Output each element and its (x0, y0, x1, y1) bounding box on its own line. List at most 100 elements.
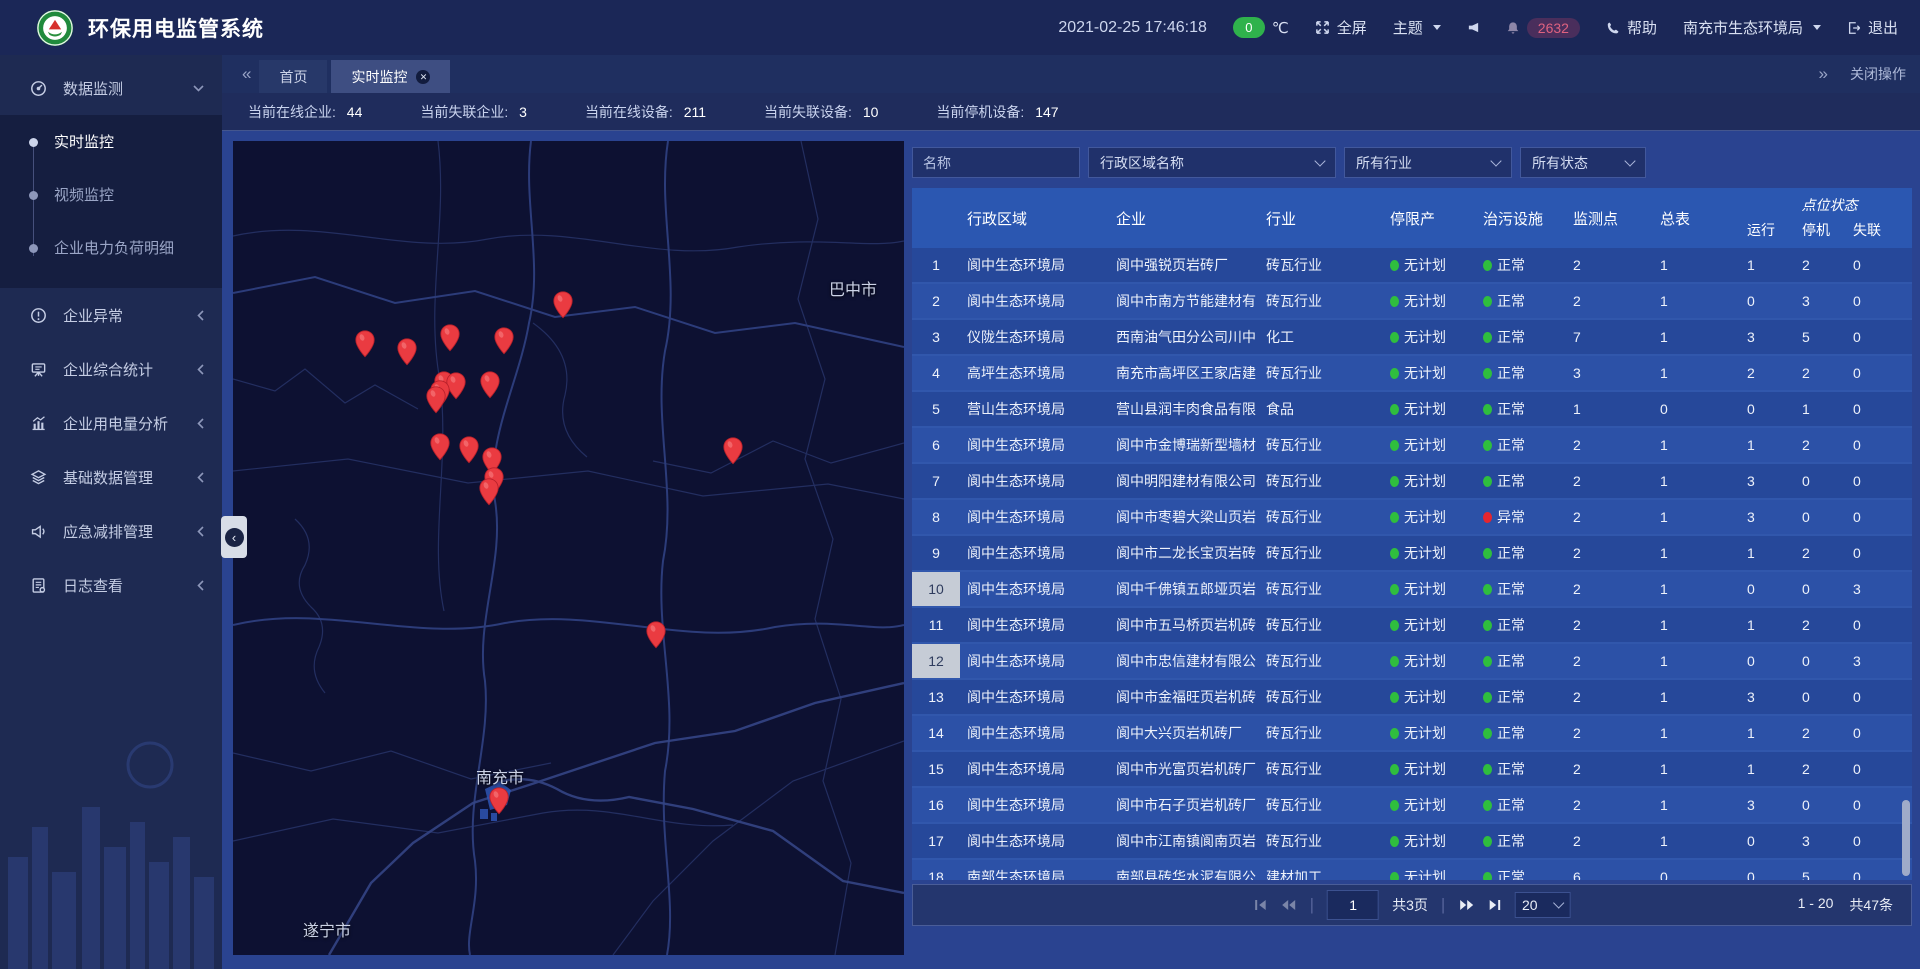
cell-industry: 砖瓦行业 (1266, 291, 1390, 311)
sidebar-group-data-monitoring[interactable]: 数据监测 (0, 61, 222, 115)
cell-region: 阆中生态环境局 (967, 255, 1116, 275)
page-number-input[interactable] (1327, 890, 1379, 920)
page-size-select[interactable]: 20 (1514, 892, 1570, 918)
map-pin-icon[interactable] (426, 386, 447, 414)
tabs-scroll-right-button[interactable]: » (1819, 64, 1824, 84)
region-select[interactable]: 行政区域名称 (1088, 147, 1336, 178)
status-select[interactable]: 所有状态 (1520, 147, 1646, 178)
cell-company: 阆中市二龙长宝页岩砖 (1116, 543, 1266, 563)
group-header-label: 点位状态 (1747, 195, 1912, 215)
name-search-input[interactable] (912, 147, 1080, 178)
sidebar-item-video-monitoring[interactable]: 视频监控 (0, 168, 222, 221)
map-pin-icon[interactable] (440, 324, 461, 352)
table-row[interactable]: 3 仪陇生态环境局 西南油气田分公司川中 化工 无计划 正常 7 1 3 5 0 (912, 320, 1912, 356)
chevron-left-icon: ‹ (225, 528, 244, 547)
sidebar-group[interactable]: 企业综合统计 (0, 342, 222, 396)
row-number: 17 (912, 824, 960, 858)
next-page-button[interactable] (1458, 898, 1474, 912)
map-pin-icon[interactable] (646, 621, 667, 649)
table-row[interactable]: 9 阆中生态环境局 阆中市二龙长宝页岩砖 砖瓦行业 无计划 正常 2 1 1 2… (912, 536, 1912, 572)
map-pin-icon[interactable] (553, 291, 574, 319)
map-pin-icon[interactable] (430, 433, 451, 461)
menu-icon (30, 361, 50, 378)
first-page-button[interactable] (1254, 898, 1268, 912)
map-pin-icon[interactable] (723, 437, 744, 465)
close-tab-icon[interactable]: ✕ (416, 70, 430, 84)
notification-count-badge: 2632 (1527, 18, 1580, 38)
table-row[interactable]: 15 阆中生态环境局 阆中市光富页岩机砖厂 砖瓦行业 无计划 正常 2 1 1 … (912, 752, 1912, 788)
close-operations-button[interactable]: 关闭操作 (1850, 64, 1906, 84)
table-row[interactable]: 12 阆中生态环境局 阆中市忠信建材有限公 砖瓦行业 无计划 正常 2 1 0 … (912, 644, 1912, 680)
cell-stopped-count: 5 (1802, 869, 1853, 880)
cityscape-watermark (0, 707, 222, 969)
table-row[interactable]: 17 阆中生态环境局 阆中市江南镇阆南页岩 砖瓦行业 无计划 正常 2 1 0 … (912, 824, 1912, 860)
sound-mute-button[interactable] (1467, 21, 1480, 34)
facility-status-text: 正常 (1497, 257, 1525, 273)
org-menu-button[interactable]: 南充市生态环境局 (1683, 17, 1821, 38)
theme-menu-button[interactable]: 主题 (1393, 17, 1441, 38)
table-row[interactable]: 13 阆中生态环境局 阆中市金福旺页岩机砖 砖瓦行业 无计划 正常 2 1 3 … (912, 680, 1912, 716)
table-scrollbar-thumb[interactable] (1902, 800, 1910, 876)
map-pin-icon[interactable] (494, 327, 515, 355)
sidebar-group[interactable]: 企业用电量分析 (0, 396, 222, 450)
cell-lost-count: 0 (1853, 473, 1912, 489)
cell-limit-status: 无计划 (1390, 327, 1483, 347)
map-panel-collapse-button[interactable]: ‹ (221, 516, 247, 558)
map-canvas[interactable]: 巴中市南充市遂宁市 (233, 141, 904, 955)
table-row[interactable]: 18 南部生态环境局 南部县砖华水泥有限公 建材加工 无计划 正常 6 0 0 … (912, 860, 1912, 880)
tab-home[interactable]: 首页 (259, 60, 327, 93)
cell-region: 阆中生态环境局 (967, 687, 1116, 707)
cell-region: 南部生态环境局 (967, 867, 1116, 880)
cell-facility-status: 正常 (1483, 435, 1573, 455)
table-row[interactable]: 5 营山生态环境局 营山县润丰肉食品有限 食品 无计划 正常 1 0 0 1 0 (912, 392, 1912, 428)
cell-company: 南充市高坪区王家店建 (1116, 363, 1266, 383)
industry-select[interactable]: 所有行业 (1344, 147, 1512, 178)
table-row[interactable]: 4 高坪生态环境局 南充市高坪区王家店建 砖瓦行业 无计划 正常 3 1 2 2… (912, 356, 1912, 392)
map-pin-icon[interactable] (489, 787, 510, 815)
map-pin-icon[interactable] (459, 436, 480, 464)
sidebar-group[interactable]: 基础数据管理 (0, 450, 222, 504)
map-pin-icon[interactable] (480, 371, 501, 399)
chevron-left-icon (197, 580, 204, 591)
cell-total-meters: 1 (1660, 689, 1747, 705)
last-page-button[interactable] (1487, 898, 1501, 912)
map-pin-icon[interactable] (397, 338, 418, 366)
table-row[interactable]: 7 阆中生态环境局 阆中明阳建材有限公司 砖瓦行业 无计划 正常 2 1 3 0… (912, 464, 1912, 500)
table-row[interactable]: 8 阆中生态环境局 阆中市枣碧大梁山页岩 砖瓦行业 无计划 异常 2 1 3 0… (912, 500, 1912, 536)
table-row[interactable]: 10 阆中生态环境局 阆中千佛镇五郎垭页岩 砖瓦行业 无计划 正常 2 1 0 … (912, 572, 1912, 608)
tab-realtime-monitoring[interactable]: 实时监控 ✕ (331, 60, 450, 93)
cell-company: 阆中市光富页岩机砖厂 (1116, 759, 1266, 779)
cell-limit-status: 无计划 (1390, 831, 1483, 851)
map-pin-icon[interactable] (355, 330, 376, 358)
facility-status-text: 正常 (1497, 293, 1525, 309)
cell-monitor-points: 2 (1573, 689, 1660, 705)
table-row[interactable]: 2 阆中生态环境局 阆中市南方节能建材有 砖瓦行业 无计划 正常 2 1 0 3… (912, 284, 1912, 320)
map-pin-icon[interactable] (479, 478, 500, 506)
cell-region: 阆中生态环境局 (967, 615, 1116, 635)
cell-limit-status: 无计划 (1390, 471, 1483, 491)
cell-lost-count: 0 (1853, 401, 1912, 417)
sidebar-group[interactable]: 应急减排管理 (0, 504, 222, 558)
sidebar-group[interactable]: 日志查看 (0, 558, 222, 612)
table-row[interactable]: 14 阆中生态环境局 阆中大兴页岩机砖厂 砖瓦行业 无计划 正常 2 1 1 2… (912, 716, 1912, 752)
status-dot-icon (1483, 836, 1492, 847)
table-row[interactable]: 16 阆中生态环境局 阆中市石子页岩机砖厂 砖瓦行业 无计划 正常 2 1 3 … (912, 788, 1912, 824)
sidebar-group-label: 企业综合统计 (63, 359, 197, 380)
table-row[interactable]: 1 阆中生态环境局 阆中强锐页岩砖厂 砖瓦行业 无计划 正常 2 1 1 2 0 (912, 248, 1912, 284)
previous-page-button[interactable] (1281, 898, 1297, 912)
help-button[interactable]: 帮助 (1606, 17, 1657, 38)
table-row[interactable]: 11 阆中生态环境局 阆中市五马桥页岩机砖 砖瓦行业 无计划 正常 2 1 1 … (912, 608, 1912, 644)
tabs-scroll-left-button[interactable]: « (242, 64, 247, 84)
notification-button[interactable]: 2632 (1506, 18, 1580, 38)
cell-monitor-points: 2 (1573, 257, 1660, 273)
cell-region: 阆中生态环境局 (967, 291, 1116, 311)
logout-button[interactable]: 退出 (1847, 17, 1898, 38)
sidebar-item-realtime-monitoring[interactable]: 实时监控 (0, 115, 222, 168)
fullscreen-button[interactable]: 全屏 (1315, 17, 1367, 38)
cell-stopped-count: 0 (1802, 653, 1853, 669)
cell-industry: 食品 (1266, 399, 1390, 419)
cell-total-meters: 0 (1660, 401, 1747, 417)
table-row[interactable]: 6 阆中生态环境局 阆中市金博瑞新型墙材 砖瓦行业 无计划 正常 2 1 1 2… (912, 428, 1912, 464)
sidebar-group[interactable]: 企业异常 (0, 288, 222, 342)
sidebar-item-power-load-detail[interactable]: 企业电力负荷明细 (0, 221, 222, 274)
